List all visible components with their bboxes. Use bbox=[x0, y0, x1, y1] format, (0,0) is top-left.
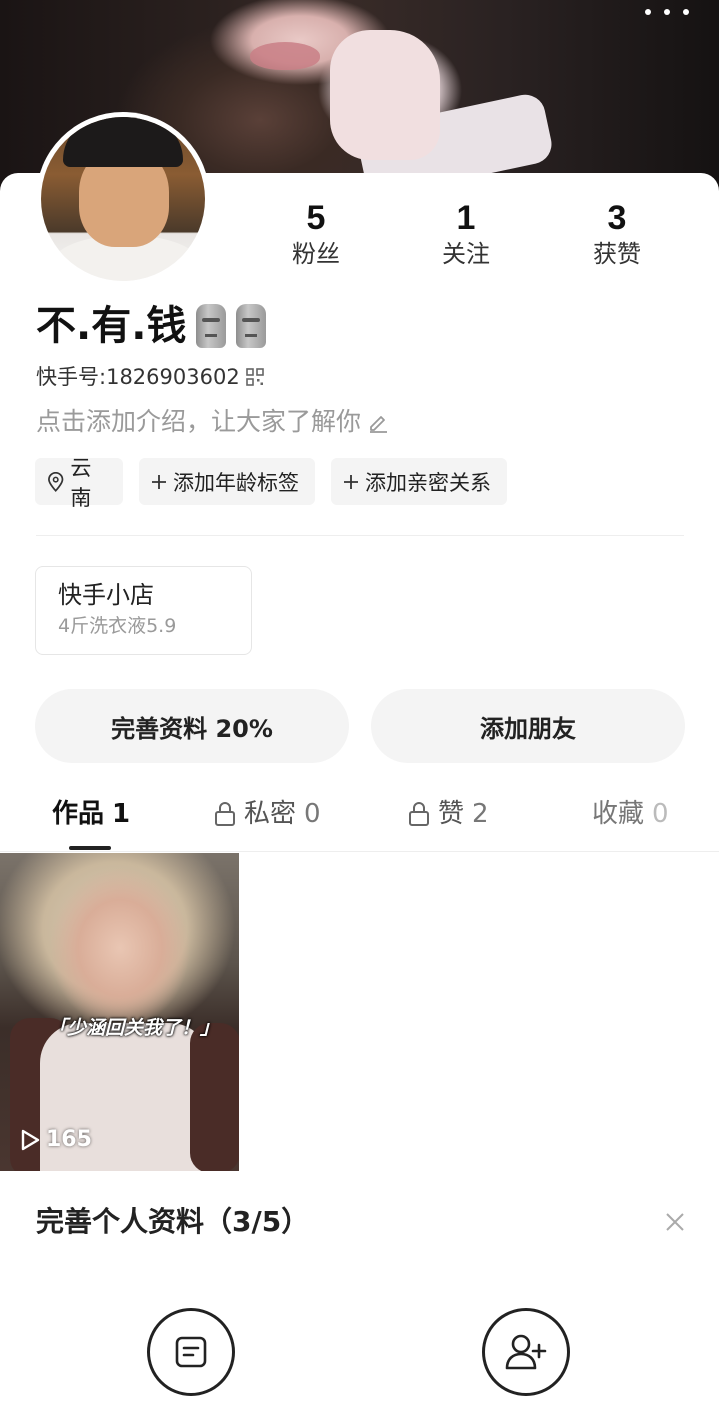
tag-add-relationship-label: 添加亲密关系 bbox=[365, 470, 491, 495]
tab-favorites-label: 收藏 bbox=[592, 799, 645, 829]
stat-following[interactable]: 1 关注 bbox=[406, 198, 526, 270]
add-user-icon bbox=[505, 1334, 547, 1370]
kwai-shop-card[interactable]: 快手小店 4斤洗衣液5.9 bbox=[35, 566, 252, 655]
tag-add-age-label: 添加年龄标签 bbox=[173, 470, 299, 495]
username[interactable]: 不.有.钱 bbox=[36, 300, 267, 352]
kwai-id-label: 快手号: bbox=[36, 365, 107, 389]
moai-icon bbox=[236, 304, 267, 348]
stat-following-label: 关注 bbox=[442, 240, 490, 268]
stat-likes[interactable]: 3 获赞 bbox=[557, 198, 677, 270]
avatar-image bbox=[41, 117, 205, 281]
tag-location-label: 云南 bbox=[70, 455, 92, 510]
tag-add-age[interactable]: 添加年龄标签 bbox=[139, 458, 315, 505]
lock-icon bbox=[409, 802, 429, 826]
close-icon[interactable] bbox=[664, 1211, 686, 1233]
bio-text: 点击添加介绍，让大家了解你 bbox=[36, 407, 362, 436]
work-play-count-value: 165 bbox=[46, 1127, 92, 1152]
stat-followers[interactable]: 5 粉丝 bbox=[256, 198, 376, 270]
completion-panel-title: 完善个人资料（3/5） bbox=[36, 1205, 310, 1238]
plus-icon bbox=[152, 474, 166, 489]
more-icon[interactable] bbox=[645, 2, 689, 22]
stat-likes-value: 3 bbox=[607, 199, 627, 237]
shop-title: 快手小店 bbox=[58, 581, 154, 609]
username-text: 不.有.钱 bbox=[36, 303, 187, 349]
tab-private-label: 私密 bbox=[244, 799, 297, 829]
add-friend-button[interactable]: 添加朋友 bbox=[371, 689, 685, 763]
complete-profile-button[interactable]: 完善资料 20% bbox=[35, 689, 349, 763]
stat-following-value: 1 bbox=[456, 199, 476, 237]
cover-lips-shape bbox=[250, 42, 320, 70]
tab-private-count: 0 bbox=[304, 799, 321, 829]
divider bbox=[36, 535, 684, 536]
stat-followers-value: 5 bbox=[306, 199, 326, 237]
tab-favorites-count: 0 bbox=[652, 799, 669, 829]
kwai-id[interactable]: 快手号: 1826903602 bbox=[36, 362, 264, 392]
document-icon bbox=[175, 1336, 207, 1368]
content-tabs: 作品 1 私密 0 赞 2 收藏 0 bbox=[0, 790, 719, 852]
work-thumbnail[interactable]: 「少涵回关我了！」 165 bbox=[0, 853, 239, 1171]
location-pin-icon bbox=[48, 471, 64, 492]
tag-location[interactable]: 云南 bbox=[35, 456, 123, 510]
shop-subtitle: 4斤洗衣液5.9 bbox=[58, 615, 177, 637]
cover-hand-shape bbox=[330, 30, 440, 160]
tab-private[interactable]: 私密 0 bbox=[214, 794, 321, 834]
kwai-id-value: 1826903602 bbox=[106, 365, 240, 389]
tab-liked-label: 赞 bbox=[438, 799, 465, 829]
stat-followers-label: 粉丝 bbox=[292, 240, 340, 268]
moai-icon bbox=[196, 304, 227, 348]
tab-works-count: 1 bbox=[112, 799, 131, 829]
tab-works[interactable]: 作品 1 bbox=[52, 794, 130, 834]
work-play-count: 165 bbox=[20, 1127, 92, 1152]
tab-active-indicator bbox=[69, 846, 111, 850]
completion-item-add-friend[interactable] bbox=[482, 1308, 570, 1396]
bio-placeholder[interactable]: 点击添加介绍，让大家了解你 bbox=[36, 404, 389, 440]
tab-favorites[interactable]: 收藏 0 bbox=[592, 794, 669, 834]
plus-icon bbox=[344, 474, 358, 489]
avatar[interactable] bbox=[36, 112, 210, 286]
qr-code-icon[interactable] bbox=[245, 368, 264, 386]
stat-likes-label: 获赞 bbox=[593, 240, 641, 268]
tag-add-relationship[interactable]: 添加亲密关系 bbox=[331, 458, 507, 505]
lock-icon bbox=[215, 802, 235, 826]
tab-liked-count: 2 bbox=[472, 799, 489, 829]
tab-liked[interactable]: 赞 2 bbox=[408, 794, 489, 834]
completion-item-intro[interactable] bbox=[147, 1308, 235, 1396]
tab-works-label: 作品 bbox=[52, 799, 105, 829]
play-icon bbox=[21, 1129, 40, 1150]
work-caption: 「少涵回关我了！」 bbox=[48, 1017, 220, 1039]
profile-tags: 云南 添加年龄标签 添加亲密关系 bbox=[35, 456, 507, 510]
edit-pencil-icon bbox=[370, 416, 388, 433]
